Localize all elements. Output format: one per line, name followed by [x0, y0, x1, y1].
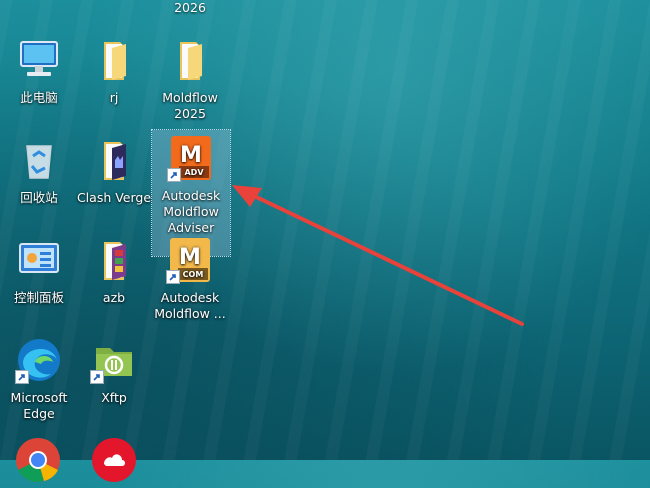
annotation-arrow: [232, 185, 524, 326]
